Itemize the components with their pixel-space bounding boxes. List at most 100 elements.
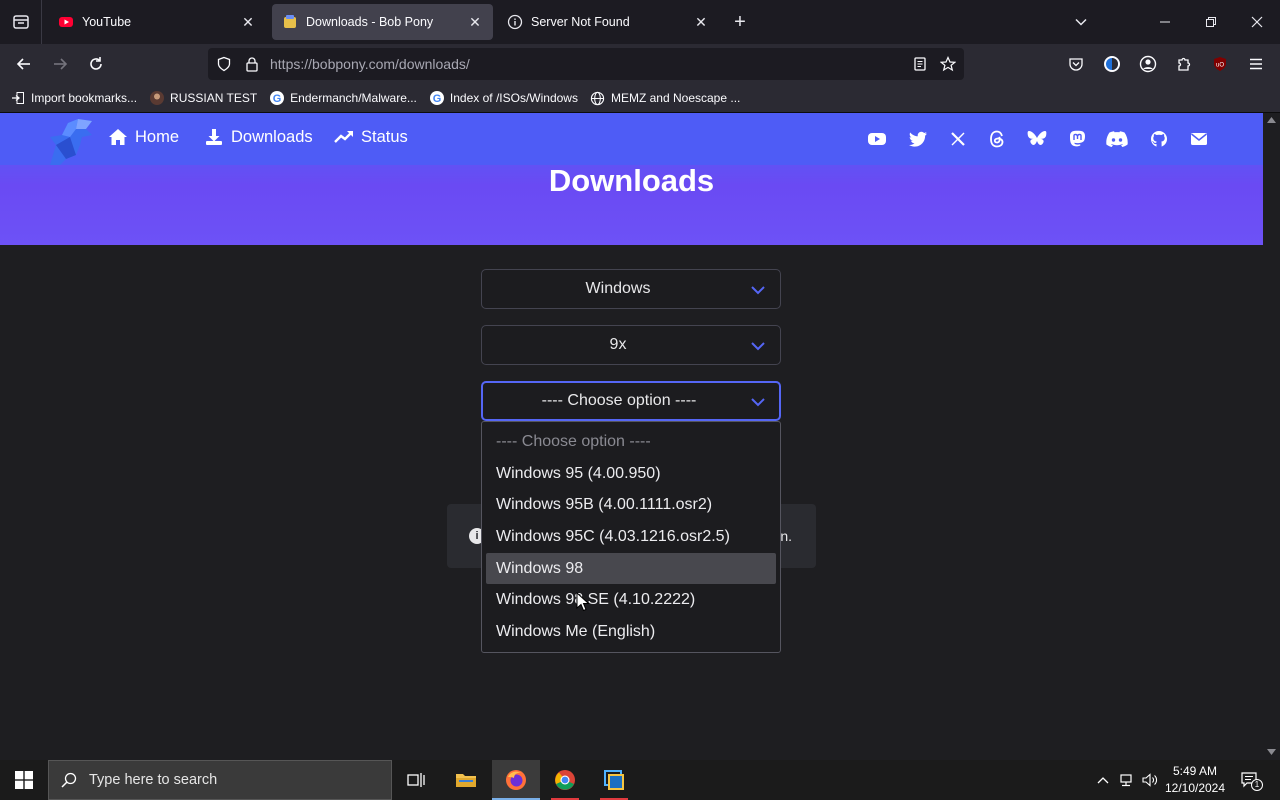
firefox-view-button[interactable] — [0, 0, 42, 44]
show-hidden-icons-button[interactable] — [1094, 760, 1112, 800]
arrow-left-icon — [16, 58, 30, 70]
tab-youtube[interactable]: YouTube ✕ — [48, 4, 266, 40]
page-scrollbar[interactable] — [1263, 113, 1280, 760]
reload-icon — [90, 57, 102, 70]
dropdown-option[interactable]: ---- Choose option ---- — [486, 426, 776, 458]
close-tab-icon[interactable]: ✕ — [693, 14, 709, 30]
youtube-icon[interactable] — [866, 128, 888, 150]
tab-server-not-found[interactable]: Server Not Found ✕ — [497, 4, 719, 40]
lock-icon[interactable] — [244, 56, 260, 77]
puzzle-icon — [1178, 57, 1191, 71]
svg-text:uO: uO — [1216, 63, 1224, 69]
os-select[interactable]: Windows — [481, 269, 781, 309]
bobpony-logo[interactable] — [42, 115, 98, 167]
ublock-icon: uO — [1214, 57, 1226, 71]
tab-downloads[interactable]: Downloads - Bob Pony ✕ — [272, 4, 493, 40]
nav-status[interactable]: Status — [334, 127, 408, 147]
clock-time: 5:49 AM — [1172, 764, 1218, 778]
nav-home[interactable]: Home — [108, 127, 179, 147]
github-avatar-icon — [149, 90, 165, 106]
taskbar-search-box[interactable]: Type here to search — [48, 760, 392, 800]
tracking-protection-shield-icon[interactable] — [216, 56, 232, 77]
pocket-button[interactable] — [1062, 50, 1090, 78]
bookmark-memz[interactable]: MEMZ and Noescape ... — [590, 90, 740, 106]
action-center-button[interactable]: 1 — [1236, 760, 1264, 800]
windows-logo-icon — [15, 771, 33, 789]
trending-icon — [334, 127, 354, 147]
close-window-button[interactable] — [1234, 0, 1280, 44]
taskbar-chrome[interactable] — [541, 760, 589, 800]
bluesky-icon[interactable] — [1026, 128, 1048, 150]
notification-count-badge: 1 — [1251, 779, 1263, 791]
github-icon[interactable] — [1148, 128, 1170, 150]
extension-dark-mode-button[interactable] — [1098, 50, 1126, 78]
minimize-button[interactable] — [1142, 0, 1188, 44]
new-tab-button[interactable]: + — [728, 10, 752, 34]
discord-icon[interactable] — [1106, 128, 1128, 150]
taskbar-virtualbox[interactable] — [590, 760, 638, 800]
firefox-view-icon — [12, 15, 29, 29]
dropdown-option-highlighted[interactable]: Windows 98 — [486, 552, 776, 585]
tab-strip: YouTube ✕ Downloads - Bob Pony ✕ Server … — [0, 0, 1280, 44]
mail-icon[interactable] — [1188, 128, 1210, 150]
virtual-machine-icon — [604, 770, 624, 790]
task-view-button[interactable] — [392, 760, 440, 800]
list-all-tabs-button[interactable] — [1058, 0, 1104, 44]
close-icon — [1251, 16, 1263, 28]
bookmark-isos-windows[interactable]: G Index of /ISOs/Windows — [429, 90, 578, 106]
taskbar-clock[interactable]: 5:49 AM 12/10/2024 — [1160, 763, 1230, 797]
home-icon — [108, 127, 128, 147]
scroll-up-icon[interactable] — [1267, 117, 1276, 123]
bookmark-star-icon[interactable] — [939, 56, 957, 77]
chevron-up-icon — [1097, 777, 1109, 784]
twitter-icon[interactable] — [907, 128, 929, 150]
half-moon-icon — [1104, 56, 1120, 72]
pocket-icon — [1069, 58, 1083, 71]
close-tab-icon[interactable]: ✕ — [467, 14, 483, 30]
forward-button[interactable] — [46, 50, 74, 78]
app-menu-button[interactable] — [1242, 50, 1270, 78]
search-placeholder: Type here to search — [89, 772, 218, 788]
close-tab-icon[interactable]: ✕ — [240, 14, 256, 30]
version-select-value: ---- Choose option ---- — [541, 392, 697, 409]
folder-icon — [456, 774, 476, 787]
back-button[interactable] — [10, 50, 38, 78]
dropdown-option[interactable]: Windows 98 SE (4.10.2222) — [486, 584, 776, 616]
url-text[interactable]: https://bobpony.com/downloads/ — [270, 56, 470, 72]
bookmark-russian-test[interactable]: RUSSIAN TEST — [149, 90, 257, 106]
taskbar-firefox[interactable] — [492, 760, 540, 800]
account-button[interactable] — [1134, 50, 1162, 78]
tab-title: YouTube — [82, 15, 132, 29]
restore-icon — [1206, 17, 1216, 27]
import-icon — [10, 90, 26, 106]
network-status[interactable] — [1116, 760, 1138, 800]
restore-button[interactable] — [1188, 0, 1234, 44]
nav-label: Downloads — [231, 127, 313, 146]
chevron-down-icon — [751, 398, 765, 407]
dropdown-option[interactable]: Windows 95C (4.03.1216.osr2.5) — [486, 521, 776, 553]
bookmark-endermanch-malware[interactable]: G Endermanch/Malware... — [269, 90, 417, 106]
taskbar-file-explorer[interactable] — [442, 760, 490, 800]
reload-button[interactable] — [82, 50, 110, 78]
reader-view-icon[interactable] — [912, 56, 928, 77]
x-icon[interactable] — [947, 128, 969, 150]
task-view-icon — [407, 773, 425, 787]
bookmark-label: Index of /ISOs/Windows — [449, 91, 578, 105]
volume-control[interactable] — [1140, 760, 1160, 800]
threads-icon[interactable] — [986, 128, 1008, 150]
family-select[interactable]: 9x — [481, 325, 781, 365]
address-bar[interactable]: https://bobpony.com/downloads/ — [208, 48, 964, 80]
ublock-origin-button[interactable]: uO — [1206, 50, 1234, 78]
scroll-down-icon[interactable] — [1267, 749, 1276, 755]
bookmark-import[interactable]: Import bookmarks... — [10, 90, 137, 106]
dropdown-option[interactable]: Windows 95 (4.00.950) — [486, 458, 776, 490]
version-select[interactable]: ---- Choose option ---- — [481, 381, 781, 421]
dropdown-option[interactable]: Windows Me (English) — [486, 616, 776, 648]
extensions-button[interactable] — [1170, 50, 1198, 78]
start-button[interactable] — [0, 760, 48, 800]
search-icon — [49, 760, 89, 800]
dropdown-option[interactable]: Windows 95B (4.00.1111.osr2) — [486, 489, 776, 521]
nav-downloads[interactable]: Downloads — [204, 127, 313, 147]
info-notice-text: n. — [780, 528, 792, 544]
mastodon-icon[interactable] — [1066, 128, 1088, 150]
